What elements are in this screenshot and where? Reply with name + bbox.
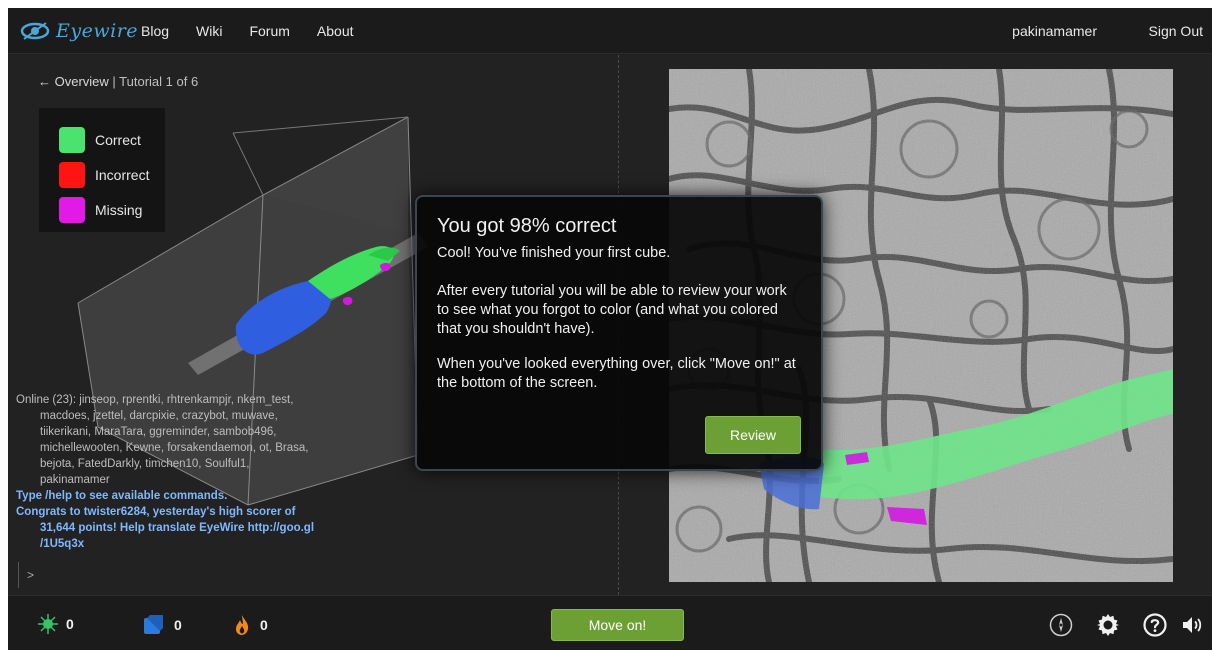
gear-icon[interactable] (1096, 613, 1120, 637)
legend-swatch-missing (59, 196, 85, 223)
online-users-line: tiikerikani, MaraTara, ggreminder, sambo… (40, 426, 277, 438)
color-legend: Correct Incorrect Missing (39, 108, 165, 232)
flame-icon (236, 615, 249, 635)
bottom-toolbar: 0 0 0 Move on! (8, 595, 1212, 650)
results-message-3: When you've looked everything over, clic… (437, 356, 796, 391)
neuron-count-stat: 0 (38, 614, 74, 634)
legend-label-missing: Missing (95, 201, 143, 218)
logo-text: Eyewire (56, 20, 139, 42)
congrats-message-cont: 31,644 points! Help translate EyeWire ht… (40, 522, 315, 534)
legend-item-missing: Missing (59, 192, 165, 227)
breadcrumb-separator: | (108, 74, 120, 89)
chat-log: Online (23): jinseop, rprentki, rhtrenka… (16, 392, 326, 552)
streak-count-stat: 0 (234, 614, 268, 636)
chat-input[interactable]: > (18, 562, 318, 588)
logo[interactable]: Eyewire (20, 19, 138, 43)
online-users-line: bejota, FatedDarkly, timchen10, Soulful1… (40, 458, 250, 470)
eyewire-logo-icon (20, 22, 50, 40)
help-icon[interactable] (1143, 613, 1167, 637)
cube-count: 0 (174, 617, 182, 633)
streak-count: 0 (260, 617, 268, 633)
nav-forum-link[interactable]: Forum (249, 23, 289, 39)
main-nav: Blog Wiki Forum About (141, 8, 381, 54)
breadcrumb: ← Overview | Tutorial 1 of 6 (38, 74, 198, 89)
legend-swatch-correct (59, 126, 85, 153)
nav-about-link[interactable]: About (317, 23, 354, 39)
tutorial-progress: Tutorial 1 of 6 (119, 74, 199, 89)
legend-item-incorrect: Incorrect (59, 157, 165, 192)
congrats-message: Congrats to twister6284, yesterday's hig… (16, 506, 296, 518)
nav-blog-link[interactable]: Blog (141, 23, 169, 39)
results-dialog: You got 98% correct Cool! You've finishe… (415, 195, 823, 471)
chat-prompt: > (27, 568, 35, 582)
move-on-button[interactable]: Move on! (551, 609, 684, 641)
congrats-message-cont: /1U5q3x (40, 538, 85, 550)
sign-out-link[interactable]: Sign Out (1149, 23, 1203, 39)
neuron-icon (38, 614, 58, 634)
cube-icon (144, 615, 163, 634)
review-button[interactable]: Review (705, 416, 801, 454)
online-users-line: Online (23): jinseop, rprentki, rhtrenka… (16, 394, 294, 406)
help-message: Type /help to see available commands. (16, 490, 228, 502)
online-users-line: macdoes, jzettel, darcpixie, crazybot, m… (40, 410, 278, 422)
compass-icon[interactable] (1049, 613, 1073, 637)
legend-swatch-incorrect (59, 161, 85, 188)
results-title: You got 98% correct (437, 215, 617, 237)
online-users-line: michellewooten, Kewne, forsakendaemon, o… (40, 442, 309, 454)
results-message-1: Cool! You've finished your first cube. (437, 245, 671, 261)
online-users-line: pakinamamer (40, 474, 110, 486)
top-nav-bar: Eyewire Blog Wiki Forum About pakinamame… (8, 8, 1212, 54)
results-message-2: After every tutorial you will be able to… (437, 283, 787, 337)
eyewire-app: Eyewire Blog Wiki Forum About pakinamame… (8, 8, 1212, 650)
cube-count-stat: 0 (142, 614, 182, 636)
legend-item-correct: Correct (59, 122, 165, 157)
overview-back-link[interactable]: ← Overview (38, 74, 109, 89)
neuron-count: 0 (66, 616, 74, 632)
legend-label-correct: Correct (95, 131, 141, 148)
legend-label-incorrect: Incorrect (95, 166, 150, 183)
speaker-icon[interactable] (1180, 613, 1204, 637)
nav-wiki-link[interactable]: Wiki (196, 23, 222, 39)
username-link[interactable]: pakinamamer (1012, 23, 1097, 39)
